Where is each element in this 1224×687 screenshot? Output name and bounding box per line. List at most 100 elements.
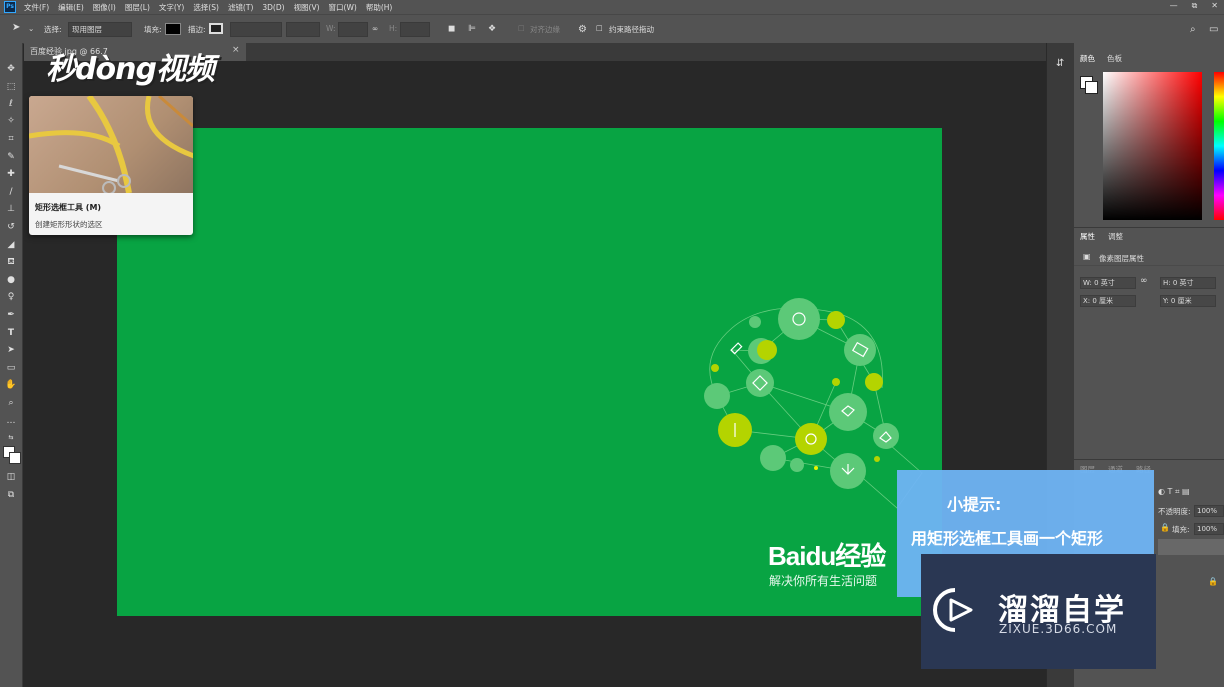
align-edges-checkbox[interactable]: ☐: [518, 24, 525, 33]
path-operations-icon[interactable]: ◼: [448, 24, 455, 34]
tools-panel: ✥ ⬚ ℓ ✧ ⌗ ✎ ✚ / ⊥ ↺ ◢ ⛾ ● ♀ ✒ T ➤ ▭ ✋ ⌕ …: [0, 43, 23, 687]
fill-swatch[interactable]: [165, 23, 181, 35]
menu-window[interactable]: 窗口(W): [329, 2, 357, 13]
restore-button[interactable]: ⧉: [1192, 1, 1198, 11]
color-picker-field[interactable]: [1103, 72, 1202, 220]
close-window-button[interactable]: ✕: [1211, 1, 1218, 11]
pen-tool-icon[interactable]: ✒: [4, 309, 18, 321]
align-edges-label: 对齐边缘: [530, 25, 560, 34]
path-select-arrow-icon[interactable]: ➤: [12, 22, 20, 33]
background-lock-icon: 🔒: [1208, 577, 1218, 586]
stroke-type-dropdown[interactable]: [286, 22, 320, 37]
hint-text: 用矩形选框工具画一个矩形: [911, 529, 1104, 548]
path-selection-tool-icon[interactable]: ➤: [4, 344, 18, 356]
tooltip-preview-image: [29, 96, 193, 195]
select-label: 选择:: [44, 25, 62, 34]
move-tool-icon[interactable]: ✥: [4, 63, 18, 75]
swap-colors-icon[interactable]: ⇆: [4, 432, 18, 444]
lasso-tool-icon[interactable]: ℓ: [4, 98, 18, 110]
opacity-label: 不透明度:: [1158, 507, 1191, 516]
menu-select[interactable]: 选择(S): [193, 2, 219, 13]
healing-brush-tool-icon[interactable]: ✚: [4, 168, 18, 180]
link-dimensions-icon[interactable]: ∞: [1140, 276, 1148, 286]
menu-filter[interactable]: 滤镜(T): [228, 2, 253, 13]
blur-tool-icon[interactable]: ●: [4, 274, 18, 286]
opacity-field[interactable]: 100%: [1194, 505, 1224, 517]
window-controls: — ⧉ ✕: [1170, 1, 1218, 11]
menu-file[interactable]: 文件(F): [24, 2, 49, 13]
background-color-swatch[interactable]: [9, 452, 21, 464]
select-dropdown[interactable]: 现用图层: [68, 22, 132, 37]
fill-label: 填充:: [144, 25, 162, 34]
menu-type[interactable]: 文字(Y): [159, 2, 184, 13]
gear-icon[interactable]: ⚙: [578, 24, 587, 35]
zixue-play-logo-icon: [933, 588, 973, 632]
magic-wand-tool-icon[interactable]: ✧: [4, 115, 18, 127]
hint-title: 小提示:: [947, 495, 1002, 514]
width-field[interactable]: [338, 22, 368, 37]
menu-3d[interactable]: 3D(D): [262, 3, 284, 12]
height-field[interactable]: [400, 22, 430, 37]
rectangle-tool-icon[interactable]: ▭: [4, 362, 18, 374]
options-bar: ➤ ⌄ 选择: 现用图层 填充: 描边: W: ∞ H: ◼ ⊫ ❖ ☐ 对齐边…: [0, 14, 1224, 44]
hand-tool-icon[interactable]: ✋: [4, 379, 18, 391]
properties-x-field[interactable]: X: 0 厘米: [1080, 295, 1136, 307]
tab-adjustments[interactable]: 调整: [1108, 231, 1123, 242]
menu-edit[interactable]: 编辑(E): [58, 2, 84, 13]
stroke-width-field[interactable]: [230, 22, 282, 37]
search-icon[interactable]: ⌕: [1190, 24, 1196, 35]
photoshop-app-icon: Ps: [4, 1, 16, 13]
menu-view[interactable]: 视图(V): [294, 2, 320, 13]
paint-bucket-tool-icon[interactable]: ⛾: [4, 256, 18, 268]
tool-preset-chevron-icon[interactable]: ⌄: [28, 24, 34, 33]
quick-mask-icon[interactable]: ◫: [4, 471, 18, 483]
menu-layer[interactable]: 图层(L): [125, 2, 150, 13]
history-panel-icon[interactable]: ⇵: [1056, 58, 1064, 69]
more-tools-icon[interactable]: …: [4, 415, 18, 427]
hue-slider[interactable]: [1214, 72, 1224, 220]
zoom-tool-icon[interactable]: ⌕: [4, 397, 18, 409]
properties-height-field[interactable]: H: 0 英寸: [1160, 277, 1216, 289]
lock-icon[interactable]: 🔒: [1160, 523, 1170, 532]
tab-color[interactable]: 颜色: [1080, 53, 1095, 64]
tab-properties[interactable]: 属性: [1080, 231, 1095, 242]
pixel-layer-properties-label: 像素图层属性: [1099, 254, 1144, 263]
baidu-slogan: 解决你所有生活问题: [769, 574, 878, 588]
properties-y-field[interactable]: Y: 0 厘米: [1160, 295, 1216, 307]
tab-swatches[interactable]: 色板: [1107, 53, 1122, 64]
fill-field[interactable]: 100%: [1194, 523, 1224, 535]
screen-mode-icon[interactable]: ⧉: [4, 489, 18, 501]
fill-label: 填充:: [1172, 525, 1190, 534]
history-brush-tool-icon[interactable]: ↺: [4, 221, 18, 233]
minimize-button[interactable]: —: [1170, 1, 1178, 11]
layer-row[interactable]: [1158, 539, 1224, 555]
tooltip-title: 矩形选框工具 (M): [35, 203, 102, 212]
tool-tooltip-card: 矩形选框工具 (M) 创建矩形形状的选区: [29, 96, 193, 235]
stroke-swatch[interactable]: [209, 23, 223, 34]
path-alignment-icon[interactable]: ⊫: [468, 24, 476, 34]
constrain-checkbox[interactable]: ☐: [596, 24, 603, 33]
properties-divider: [1074, 265, 1224, 266]
height-label: H:: [389, 24, 398, 33]
clone-stamp-tool-icon[interactable]: ⊥: [4, 203, 18, 215]
link-icon[interactable]: ∞: [372, 24, 378, 33]
menu-help[interactable]: 帮助(H): [366, 2, 393, 13]
eraser-tool-icon[interactable]: ◢: [4, 239, 18, 251]
path-arrangement-icon[interactable]: ❖: [488, 24, 496, 34]
layer-filter-icons[interactable]: ◐ T ⌗ ▤: [1158, 487, 1190, 497]
properties-width-field[interactable]: W: 0 英寸: [1080, 277, 1136, 289]
workspace-icon[interactable]: ▭: [1209, 24, 1218, 35]
dodge-tool-icon[interactable]: ♀: [4, 291, 18, 303]
type-tool-icon[interactable]: T: [4, 327, 18, 339]
zixue-url: ZIXUE.3D66.COM: [999, 622, 1118, 636]
constrain-label: 约束路径拖动: [609, 25, 654, 34]
rectangular-marquee-tool-icon[interactable]: ⬚: [4, 81, 18, 93]
bg-color-chip[interactable]: [1085, 81, 1098, 94]
menu-image[interactable]: 图像(I): [93, 2, 116, 13]
close-tab-icon[interactable]: ×: [232, 45, 240, 55]
brush-tool-icon[interactable]: /: [4, 186, 18, 198]
pixel-layer-icon: ▣: [1083, 252, 1091, 261]
select-value: 现用图层: [72, 25, 102, 34]
crop-tool-icon[interactable]: ⌗: [4, 133, 18, 145]
eyedropper-tool-icon[interactable]: ✎: [4, 151, 18, 163]
